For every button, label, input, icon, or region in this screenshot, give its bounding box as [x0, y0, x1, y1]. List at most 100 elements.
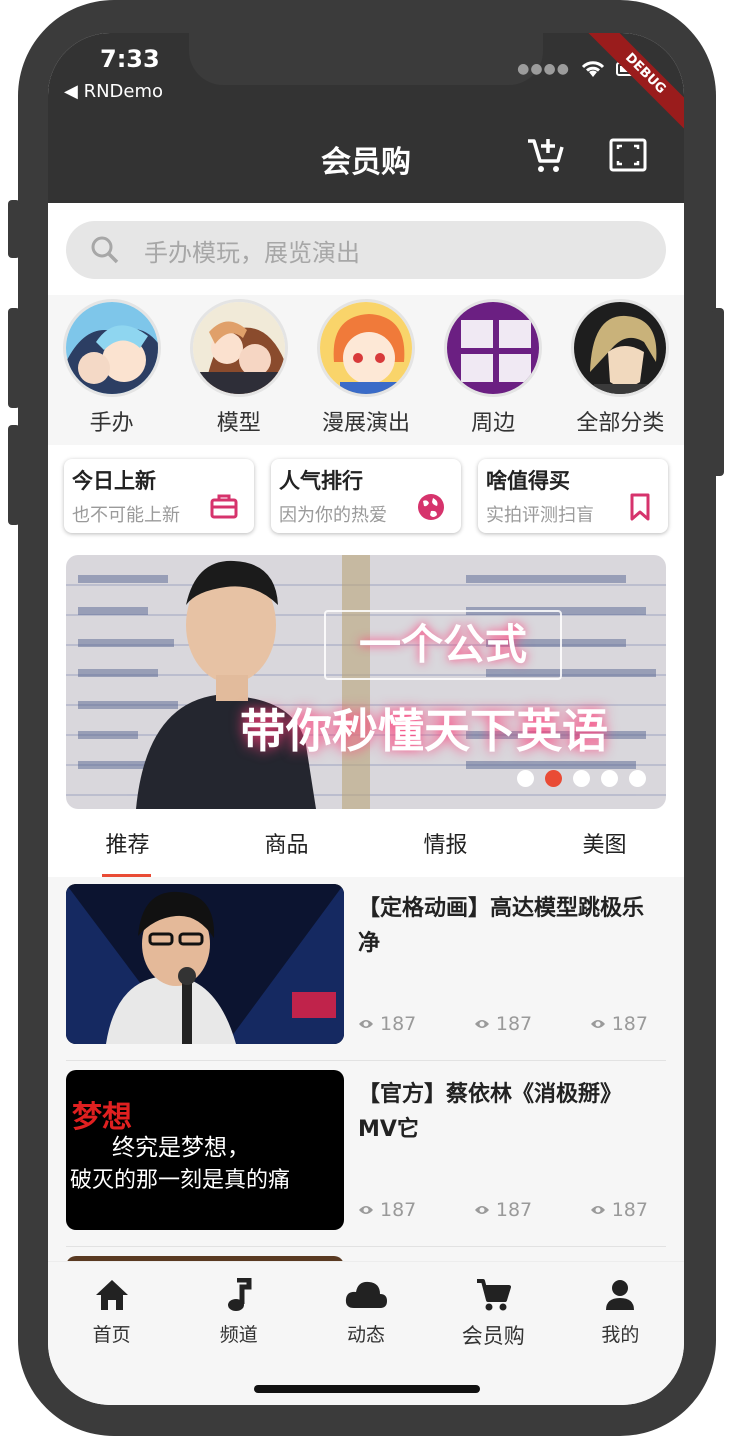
- category-figures[interactable]: 手办: [57, 295, 167, 445]
- category-label: 周边: [471, 411, 516, 436]
- thumbnail-caption: 破灭的那一刻是真的痛: [70, 1168, 291, 1193]
- pagination-dot[interactable]: [573, 770, 590, 787]
- card-worth-buying[interactable]: 啥值得买 实拍评测扫盲: [478, 459, 668, 533]
- card-new-today[interactable]: 今日上新 也不可能上新: [64, 459, 254, 533]
- debug-ribbon: DEBUG: [584, 33, 684, 135]
- nav-home[interactable]: 首页: [48, 1262, 175, 1405]
- eye-icon: [474, 1020, 489, 1028]
- banner-headline: 一个公式: [324, 610, 562, 680]
- category-label: 漫展演出: [321, 411, 410, 436]
- item-title: 【定格动画】高达模型跳极乐净: [358, 896, 645, 956]
- music-note-icon: [227, 1278, 252, 1311]
- category-all[interactable]: 全部分类: [565, 295, 675, 445]
- view-count: 187: [474, 1013, 532, 1035]
- item-stats: 187 187 187: [358, 1013, 648, 1035]
- category-avatar: [62, 299, 161, 397]
- eye-icon: [359, 1020, 373, 1028]
- item-thumbnail: 梦想 终究是梦想， 破灭的那一刻是真的痛: [66, 1070, 344, 1230]
- feed-list: 【定格动画】高达模型跳极乐净 187 187 187 梦想 终究是梦想， 破灭的…: [48, 877, 684, 1261]
- item-title: 【官方】蔡依林《消极掰》MV它: [358, 1082, 623, 1142]
- add-cart-icon[interactable]: [526, 135, 566, 175]
- nav-activity[interactable]: 动态: [302, 1262, 429, 1405]
- view-count: 187: [590, 1013, 648, 1035]
- card-title: 人气排行: [279, 469, 363, 493]
- notch: [189, 33, 543, 85]
- nav-member-shop[interactable]: 会员购: [430, 1262, 557, 1405]
- cloud-icon: [345, 1281, 387, 1308]
- category-exhibitions[interactable]: 漫展演出: [311, 295, 421, 445]
- back-to-app-link[interactable]: ◀ RNDemo: [64, 81, 163, 102]
- tab-gallery[interactable]: 美图: [525, 817, 684, 877]
- search-input[interactable]: 手办模玩，展览演出: [144, 233, 360, 268]
- category-label: 模型: [216, 411, 261, 436]
- category-avatar: [189, 299, 288, 397]
- user-icon: [606, 1280, 635, 1310]
- view-count-value: 187: [611, 1199, 648, 1221]
- content-tabs: 推荐 商品 情报 美图: [48, 817, 684, 877]
- category-avatar: [571, 299, 670, 397]
- app-header: 7:33 ◀ RNDemo ●●●● DEBUG 会员购: [48, 33, 684, 203]
- search-bar[interactable]: 手办模玩，展览演出: [66, 221, 666, 279]
- category-avatar: [316, 299, 415, 397]
- feature-cards: 今日上新 也不可能上新 人气排行 因为你的热爱 啥值得买 实拍评测扫盲: [64, 459, 668, 533]
- search-icon: [91, 236, 119, 264]
- view-count-value: 187: [380, 1199, 417, 1221]
- eye-icon: [590, 1206, 605, 1214]
- bookmark-icon: [630, 493, 650, 521]
- view-count-value: 187: [495, 1013, 533, 1035]
- category-label: 手办: [89, 411, 134, 436]
- item-thumbnail: [66, 884, 344, 1044]
- nav-label: 会员购: [461, 1324, 525, 1348]
- view-count: 187: [358, 1013, 416, 1035]
- page-title: 会员购: [321, 145, 411, 180]
- nav-label: 频道: [219, 1324, 258, 1346]
- pagination-dot-active[interactable]: [545, 770, 562, 787]
- app-screen: 7:33 ◀ RNDemo ●●●● DEBUG 会员购 手办模玩，展览演出 手…: [48, 33, 684, 1405]
- card-popular-ranking[interactable]: 人气排行 因为你的热爱: [271, 459, 461, 533]
- category-merch[interactable]: 周边: [438, 295, 548, 445]
- tab-recommended[interactable]: 推荐: [48, 817, 207, 877]
- home-icon: [95, 1280, 128, 1310]
- view-count-value: 187: [380, 1013, 417, 1035]
- cart-icon: [477, 1279, 512, 1311]
- category-models[interactable]: 模型: [184, 295, 294, 445]
- list-item[interactable]: 梦想 终究是梦想， 破灭的那一刻是真的痛 【官方】蔡依林《消极掰》MV它 187…: [66, 1063, 666, 1247]
- nav-label: 首页: [92, 1324, 131, 1346]
- item-stats: 187 187 187: [358, 1199, 648, 1221]
- nav-label: 我的: [601, 1324, 640, 1346]
- eye-icon: [590, 1020, 605, 1028]
- tab-news[interactable]: 情报: [366, 817, 525, 877]
- view-count-value: 187: [611, 1013, 648, 1035]
- home-indicator[interactable]: [254, 1385, 480, 1393]
- wifi-icon: [581, 61, 605, 77]
- banner-pagination: [517, 770, 646, 787]
- volume-down-button: [8, 425, 20, 525]
- volume-up-button: [8, 308, 20, 408]
- status-time: 7:33: [100, 45, 160, 73]
- nav-profile[interactable]: 我的: [557, 1262, 684, 1405]
- nav-label: 动态: [347, 1324, 386, 1346]
- category-row: 手办 模型 漫展演出 周边 全部分类: [48, 295, 684, 445]
- promo-banner[interactable]: 一个公式 带你秒懂天下英语: [66, 555, 666, 809]
- eye-icon: [359, 1206, 373, 1214]
- scan-icon[interactable]: [608, 135, 648, 175]
- view-count: 187: [590, 1199, 648, 1221]
- nav-channels[interactable]: 频道: [175, 1262, 302, 1405]
- mute-switch: [8, 200, 20, 258]
- thumbnail-caption: 终究是梦想，: [112, 1135, 250, 1161]
- eye-icon: [474, 1206, 489, 1214]
- globe-icon: [418, 494, 444, 520]
- banner-subheadline: 带你秒懂天下英语: [240, 704, 608, 758]
- pagination-dot[interactable]: [601, 770, 618, 787]
- signal-icon: ●●●●: [517, 61, 570, 77]
- power-button: [712, 308, 724, 476]
- list-item-partial[interactable]: [66, 1249, 666, 1261]
- list-item[interactable]: 【定格动画】高达模型跳极乐净 187 187 187: [66, 877, 666, 1061]
- view-count-value: 187: [495, 1199, 533, 1221]
- tab-products[interactable]: 商品: [207, 817, 366, 877]
- view-count: 187: [474, 1199, 532, 1221]
- pagination-dot[interactable]: [517, 770, 534, 787]
- pagination-dot[interactable]: [629, 770, 646, 787]
- category-avatar: [444, 299, 543, 397]
- view-count: 187: [358, 1199, 416, 1221]
